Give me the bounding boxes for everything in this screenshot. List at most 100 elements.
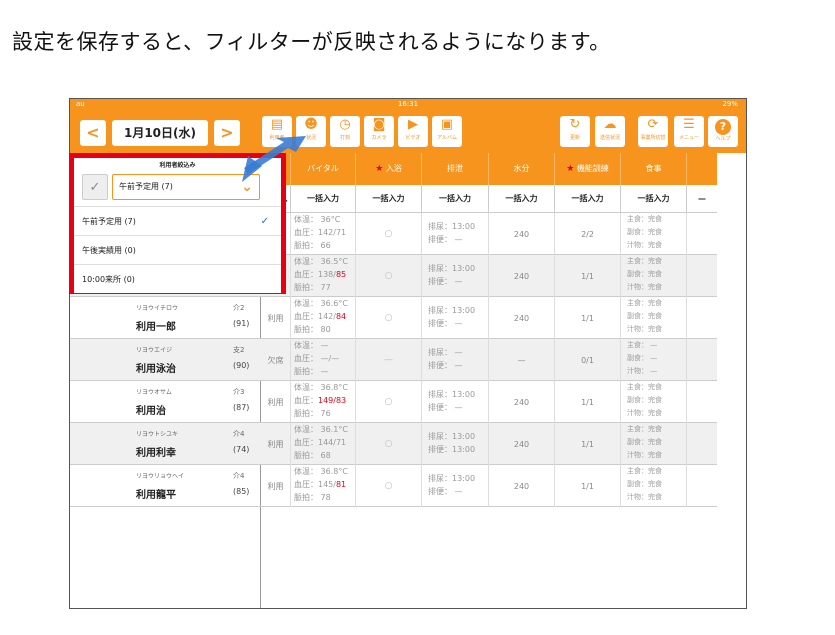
training-cell[interactable]: 1/1 bbox=[555, 255, 621, 297]
bulk-input-button[interactable]: 一括入力 bbox=[356, 185, 422, 213]
training-cell[interactable]: 0/1 bbox=[555, 339, 621, 381]
attendance-cell[interactable]: 利用 bbox=[261, 381, 291, 423]
user-age: (85) bbox=[233, 487, 250, 496]
filter-option[interactable]: 10:00来所 (0) bbox=[74, 264, 281, 293]
user-row[interactable]: リヨウエイジ 利用泳治 支2 (90) bbox=[70, 339, 261, 381]
checkmark-icon: ✓ bbox=[260, 216, 269, 227]
refresh-icon: ↻ bbox=[569, 117, 581, 132]
bath-cell[interactable]: ○ bbox=[356, 381, 422, 423]
water-cell[interactable]: 240 bbox=[489, 465, 555, 507]
vital-cell[interactable]: 体温： 36°C 血圧：142/71 脈拍： 66 bbox=[291, 213, 356, 255]
toolbar-button-stamp[interactable]: ◷ 打刻 bbox=[330, 116, 360, 147]
bulk-input-button[interactable]: 一括入力 bbox=[422, 185, 489, 213]
pointer-arrow-icon bbox=[242, 136, 306, 182]
care-level: 介2 bbox=[233, 304, 245, 312]
water-cell[interactable]: 240 bbox=[489, 423, 555, 465]
meal-cell[interactable]: 主食：完食 副食：完食 汁物：完食 bbox=[621, 381, 687, 423]
filter-option[interactable]: 午前予定用 (7) ✓ bbox=[74, 206, 281, 235]
user-kana: リヨウトシユキ bbox=[136, 431, 179, 438]
bath-cell[interactable]: ○ bbox=[356, 423, 422, 465]
user-kana: リヨウリョウヘイ bbox=[136, 473, 185, 480]
record-row: 欠席 体温： — 血圧： —/— 脈拍： — — 排尿： — 排便： — —0/1 主食： — 副… bbox=[261, 339, 717, 381]
vital-cell[interactable]: 体温： 36.5°C 血圧：138/85 脈拍： 77 bbox=[291, 255, 356, 297]
vital-cell[interactable]: 体温： 36.8°C 血圧：149/83 脈拍： 76 bbox=[291, 381, 356, 423]
switch-icon: ⟳ bbox=[647, 117, 659, 132]
extra-cell bbox=[687, 465, 717, 507]
meal-cell[interactable]: 主食：完食 副食：完食 汁物：完食 bbox=[621, 297, 687, 339]
excretion-cell[interactable]: 排尿：13:00 排便：13:00 bbox=[422, 423, 489, 465]
water-cell[interactable]: 240 bbox=[489, 213, 555, 255]
vital-cell[interactable]: 体温： 36.8°C 血圧：145/81 脈拍： 78 bbox=[291, 465, 356, 507]
record-row: 利用体温： 36.5°C血圧：138/85脈拍： 77○排尿：13:00排便： … bbox=[261, 255, 717, 297]
toolbar-button-refresh[interactable]: ↻ 更新 bbox=[560, 116, 590, 147]
col-bath: ★ 入浴 bbox=[356, 153, 422, 185]
meal-cell[interactable]: 主食：完食 副食：完食 汁物：完食 bbox=[621, 213, 687, 255]
toolbar-button-help[interactable]: ? ヘルプ bbox=[708, 116, 738, 147]
excretion-cell[interactable]: 排尿：13:00 排便： — bbox=[422, 255, 489, 297]
care-level: 介4 bbox=[233, 430, 245, 438]
col-meal: 食事 bbox=[621, 153, 687, 185]
extra-cell bbox=[687, 339, 717, 381]
bulk-input-button[interactable]: 一括入力 bbox=[489, 185, 555, 213]
user-row[interactable]: リヨウイチロウ 利用一郎 介2 (91) bbox=[70, 297, 261, 339]
attendance-cell[interactable]: 利用 bbox=[261, 465, 291, 507]
extra-cell bbox=[687, 381, 717, 423]
date-display[interactable]: 1月10日(水) bbox=[112, 120, 208, 146]
toolbar-button-menu[interactable]: ☰ メニュー bbox=[674, 116, 704, 147]
battery-label: 29% bbox=[722, 100, 738, 108]
album-icon: ▣ bbox=[440, 117, 454, 132]
water-cell[interactable]: 240 bbox=[489, 255, 555, 297]
training-cell[interactable]: 1/1 bbox=[555, 297, 621, 339]
prev-day-button[interactable]: < bbox=[80, 120, 106, 146]
vital-cell[interactable]: 体温： 36.6°C 血圧：142/84 脈拍： 80 bbox=[291, 297, 356, 339]
water-cell[interactable]: 240 bbox=[489, 381, 555, 423]
training-cell[interactable]: 1/1 bbox=[555, 381, 621, 423]
attendance-cell[interactable]: 欠席 bbox=[261, 339, 291, 381]
training-cell[interactable]: 1/1 bbox=[555, 465, 621, 507]
meal-cell[interactable]: 主食：完食 副食：完食 汁物：完食 bbox=[621, 255, 687, 297]
record-row: 利用 体温： 36.6°C 血圧：142/84 脈拍： 80 ○ 排尿：13:00 排便： … bbox=[261, 297, 717, 339]
bath-cell[interactable]: — bbox=[356, 339, 422, 381]
toolbar-button-send-status[interactable]: ☁ 送信状況 bbox=[595, 116, 625, 147]
meal-cell[interactable]: 主食：完食 副食：完食 汁物：完食 bbox=[621, 465, 687, 507]
excretion-cell[interactable]: 排尿：13:00 排便： — bbox=[422, 381, 489, 423]
user-age: (87) bbox=[233, 403, 250, 412]
bath-cell[interactable]: ○ bbox=[356, 255, 422, 297]
page-caption: 設定を保存すると、フィルターが反映されるようになります。 bbox=[12, 30, 611, 54]
bulk-input-button[interactable]: 一括入力 bbox=[555, 185, 621, 213]
training-cell[interactable]: 2/2 bbox=[555, 213, 621, 255]
bath-cell[interactable]: ○ bbox=[356, 465, 422, 507]
toolbar-button-video[interactable]: ▶ ビデオ bbox=[398, 116, 428, 147]
meal-cell[interactable]: 主食：完食 副食：完食 汁物：完食 bbox=[621, 423, 687, 465]
attendance-cell[interactable]: 利用 bbox=[261, 423, 291, 465]
filter-selected-value: 午前予定用 (7) bbox=[119, 182, 173, 191]
col-extra bbox=[687, 153, 717, 185]
water-cell[interactable]: 240 bbox=[489, 297, 555, 339]
toolbar-button-album[interactable]: ▣ アルバム bbox=[432, 116, 462, 147]
user-row[interactable]: リヨウトシユキ 利用利幸 介4 (74) bbox=[70, 423, 261, 465]
col-water: 水分 bbox=[489, 153, 555, 185]
excretion-cell[interactable]: 排尿：13:00 排便： — bbox=[422, 213, 489, 255]
bath-cell[interactable]: ○ bbox=[356, 297, 422, 339]
excretion-cell[interactable]: 排尿：13:00 排便： — bbox=[422, 465, 489, 507]
user-row[interactable]: リヨウリョウヘイ 利用龍平 介4 (85) bbox=[70, 465, 261, 507]
vital-cell[interactable]: 体温： — 血圧： —/— 脈拍： — bbox=[291, 339, 356, 381]
excretion-cell[interactable]: 排尿： — 排便： — bbox=[422, 339, 489, 381]
meal-cell[interactable]: 主食： — 副食： — 汁物： — bbox=[621, 339, 687, 381]
user-age: (90) bbox=[233, 361, 250, 370]
filter-option[interactable]: 午後実績用 (0) bbox=[74, 235, 281, 264]
extra-cell bbox=[687, 297, 717, 339]
water-cell[interactable]: — bbox=[489, 339, 555, 381]
user-kana: リヨウオサム bbox=[136, 389, 172, 396]
bath-cell[interactable]: ○ bbox=[356, 213, 422, 255]
filter-check-button[interactable]: ✓ bbox=[82, 174, 108, 200]
attendance-cell[interactable]: 利用 bbox=[261, 297, 291, 339]
training-cell[interactable]: 1/1 bbox=[555, 423, 621, 465]
toolbar-button-switch-office[interactable]: ⟳ 事業所切替 bbox=[638, 116, 668, 147]
vital-cell[interactable]: 体温： 36.1°C 血圧：144/71 脈拍： 68 bbox=[291, 423, 356, 465]
user-row[interactable]: リヨウオサム 利用治 介3 (87) bbox=[70, 381, 261, 423]
toolbar-button-camera[interactable]: ◙ カメラ bbox=[364, 116, 394, 147]
bulk-input-button[interactable]: 一括入力 bbox=[621, 185, 687, 213]
user-name: 利用一郎 bbox=[136, 322, 176, 333]
excretion-cell[interactable]: 排尿：13:00 排便： — bbox=[422, 297, 489, 339]
